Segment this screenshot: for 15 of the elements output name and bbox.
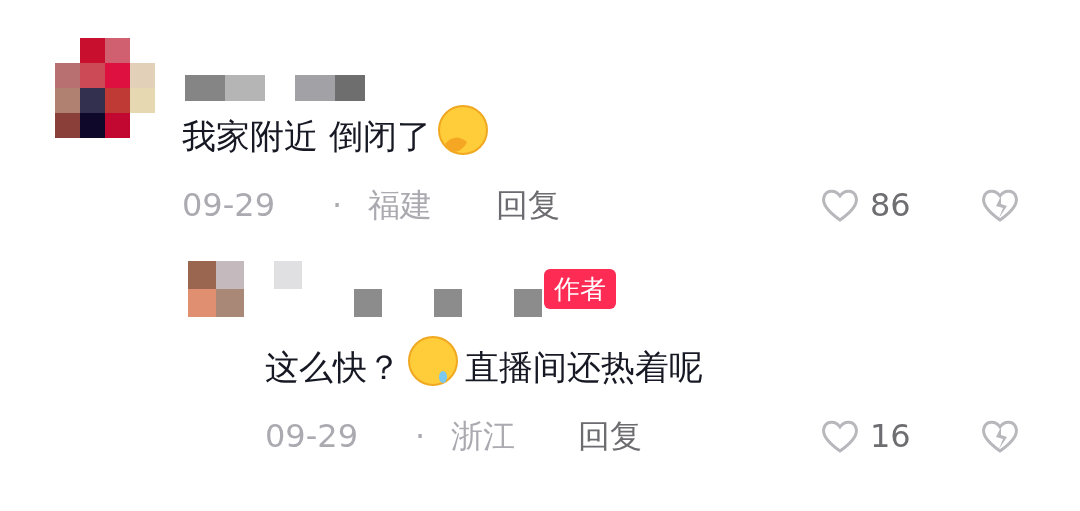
location-text: 浙江 bbox=[451, 415, 517, 457]
reply-link[interactable]: 回复 bbox=[496, 180, 561, 229]
emoji-icon bbox=[407, 334, 459, 387]
separator: · bbox=[415, 415, 426, 457]
like-count: 16 bbox=[870, 415, 912, 457]
comment-date: 09-29 bbox=[265, 415, 359, 457]
emoji-icon bbox=[436, 104, 489, 156]
comment-date: 09-29 bbox=[182, 184, 276, 226]
author-badge: 作者 bbox=[544, 268, 616, 309]
comment-text: 我家附近 倒闭了 bbox=[0, 104, 1080, 157]
like-count: 86 bbox=[870, 184, 912, 226]
reply-link[interactable]: 回复 bbox=[578, 411, 643, 460]
comment-text: 这么快？ 直播间还热着呢 bbox=[0, 334, 1080, 388]
location-text: 福建 bbox=[368, 184, 434, 226]
separator: · bbox=[332, 184, 343, 226]
